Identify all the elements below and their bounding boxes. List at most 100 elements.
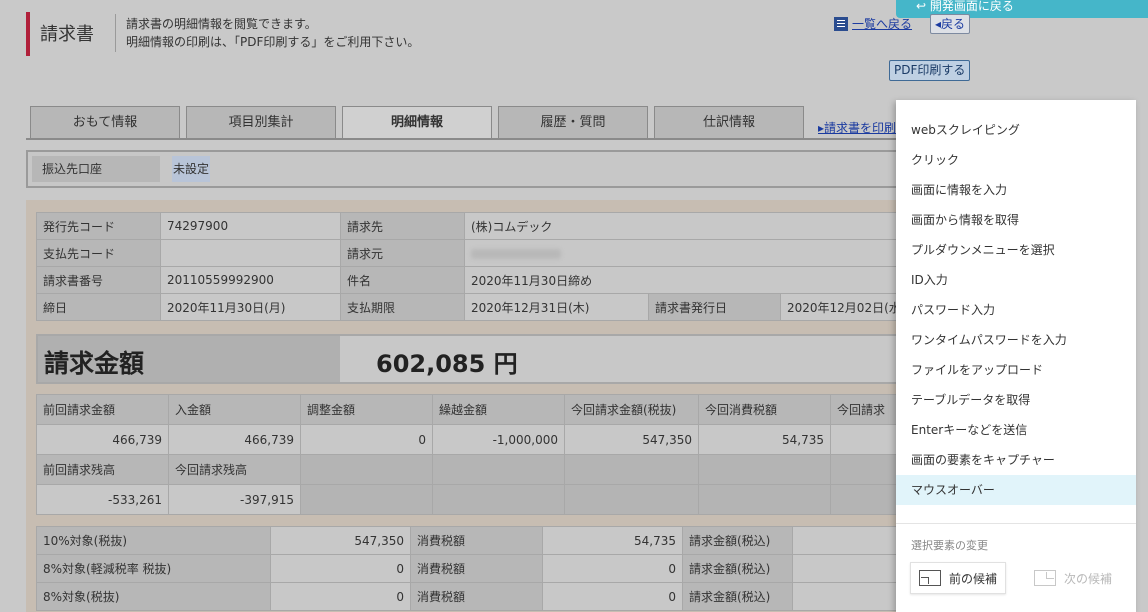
invoice-number-value: 20110559992900 (160, 266, 341, 294)
consumption-tax-label: 消費税額 (410, 526, 543, 555)
table-row: 締日 2020年11月30日(月) 支払期限 2020年12月31日(木) 請求… (36, 293, 918, 321)
subject-label: 件名 (340, 266, 465, 294)
prev-candidate-button[interactable]: 前の候補 (910, 562, 1007, 594)
payment-account-row: 振込先口座 未設定 (26, 150, 906, 188)
subject-value: 2020年11月30日締め (463, 266, 918, 294)
menu-item-click[interactable]: クリック (896, 145, 1136, 175)
frame-expand-icon (1034, 570, 1056, 586)
amount-header: 今回請求金額(税抜) (564, 394, 699, 425)
next-candidate-button[interactable]: 次の候補 (1026, 562, 1120, 594)
payer-code-value (160, 239, 341, 267)
amount-header: 今回消費税額 (698, 394, 831, 425)
back-to-list-link[interactable]: 一覧へ戻る (852, 15, 912, 32)
tab-history[interactable]: 履歴・質問 (498, 106, 648, 139)
amount-header: 繰越金額 (432, 394, 565, 425)
taxed-total-label: 請求金額(税込) (682, 582, 793, 611)
next-candidate-label: 次の候補 (1064, 571, 1113, 586)
print-invoice-link[interactable]: ▸請求書を印刷 (818, 119, 896, 136)
payment-account-label: 振込先口座 (32, 156, 160, 182)
issuer-code-value: 74297900 (160, 212, 341, 240)
amount-value: -1,000,000 (432, 424, 565, 455)
menu-divider (896, 523, 1136, 524)
tab-bar: おもて情報 項目別集計 明細情報 履歴・質問 仕訳情報 (30, 106, 804, 139)
page-description: 請求書の明細情報を閲覧できます。 明細情報の印刷は、「PDF印刷する」をご利用下… (126, 15, 419, 51)
consumption-tax-label: 消費税額 (410, 582, 543, 611)
tab-underline (26, 138, 906, 140)
issue-date-label: 請求書発行日 (648, 293, 781, 321)
change-selection-label: 選択要素の変更 (911, 539, 988, 552)
frame-shrink-icon (919, 570, 941, 586)
bill-from-label: 請求元 (340, 239, 465, 267)
tax-category-label: 10%対象(税抜) (36, 526, 271, 555)
amount-value: 0 (300, 424, 433, 455)
menu-item-password-input[interactable]: パスワード入力 (896, 295, 1136, 325)
taxed-total-label: 請求金額(税込) (682, 554, 793, 583)
tab-details[interactable]: 明細情報 (342, 106, 492, 139)
payer-code-label: 支払先コード (36, 239, 161, 267)
consumption-tax-value: 0 (542, 554, 683, 583)
pdf-print-button[interactable]: PDF印刷する (889, 60, 971, 81)
menu-item-get-table[interactable]: テーブルデータを取得 (896, 385, 1136, 415)
balance-header: 今回請求残高 (168, 454, 301, 485)
menu-item-send-keys[interactable]: Enterキーなどを送信 (896, 415, 1136, 445)
tax-breakdown-table: 10%対象(税抜) 547,350 消費税額 54,735 請求金額(税込) 8… (36, 526, 917, 611)
bill-to-value: (株)コムデック (463, 212, 918, 240)
bill-from-value (463, 239, 918, 267)
tab-front-info[interactable]: おもて情報 (30, 106, 180, 139)
redacted-text (471, 248, 561, 259)
amount-header: 調整金額 (300, 394, 433, 425)
tax-category-value: 0 (270, 554, 411, 583)
menu-item-id-input[interactable]: ID入力 (896, 265, 1136, 295)
empty-cell (300, 454, 433, 485)
invoice-total: 請求金額 602,085 円 (36, 334, 916, 384)
balance-value: -397,915 (168, 484, 301, 515)
invoice-info-table: 発行先コード 74297900 請求先 (株)コムデック 支払先コード 請求元 … (36, 212, 918, 321)
description-line-1: 請求書の明細情報を閲覧できます。 (126, 17, 317, 31)
invoice-detail-panel: 発行先コード 74297900 請求先 (株)コムデック 支払先コード 請求元 … (26, 200, 918, 612)
balance-value: -533,261 (36, 484, 169, 515)
table-row: 8%対象(軽減税率 税抜) 0 消費税額 0 請求金額(税込) (36, 554, 917, 583)
table-row: 466,739 466,739 0 -1,000,000 547,350 54,… (36, 424, 917, 455)
menu-item-web-scraping[interactable]: webスクレイピング (896, 115, 1136, 145)
amount-value: 466,739 (168, 424, 301, 455)
menu-item-mouse-over[interactable]: マウスオーバー (896, 475, 1136, 505)
table-row: 前回請求残高 今回請求残高 (36, 454, 917, 485)
consumption-tax-label: 消費税額 (410, 554, 543, 583)
empty-cell (564, 454, 699, 485)
menu-item-upload-file[interactable]: ファイルをアップロード (896, 355, 1136, 385)
tab-journal[interactable]: 仕訳情報 (654, 106, 804, 139)
tax-category-value: 547,350 (270, 526, 411, 555)
invoice-total-value: 602,085 円 (340, 336, 914, 382)
bill-to-label: 請求先 (340, 212, 465, 240)
closing-date-value: 2020年11月30日(月) (160, 293, 341, 321)
page-title: 請求書 (40, 24, 94, 45)
amount-value: 547,350 (564, 424, 699, 455)
invoice-number-label: 請求書番号 (36, 266, 161, 294)
tax-category-label: 8%対象(税抜) (36, 582, 271, 611)
amount-value: 466,739 (36, 424, 169, 455)
balance-header: 前回請求残高 (36, 454, 169, 485)
due-date-value: 2020年12月31日(木) (464, 293, 649, 321)
menu-item-select-dropdown[interactable]: プルダウンメニューを選択 (896, 235, 1136, 265)
menu-item-otp-input[interactable]: ワンタイムパスワードを入力 (896, 325, 1136, 355)
menu-item-get-info[interactable]: 画面から情報を取得 (896, 205, 1136, 235)
tab-item-summary[interactable]: 項目別集計 (186, 106, 336, 139)
menu-item-input-info[interactable]: 画面に情報を入力 (896, 175, 1136, 205)
list-icon (834, 16, 848, 31)
action-menu-list: webスクレイピング クリック 画面に情報を入力 画面から情報を取得 プルダウン… (896, 100, 1136, 505)
due-date-label: 支払期限 (340, 293, 465, 321)
invoice-total-label: 請求金額 (38, 336, 340, 382)
amount-header: 前回請求金額 (36, 394, 169, 425)
menu-item-capture-element[interactable]: 画面の要素をキャプチャー (896, 445, 1136, 475)
closing-date-label: 締日 (36, 293, 161, 321)
back-button[interactable]: ◂戻る (930, 14, 971, 34)
consumption-tax-value: 54,735 (542, 526, 683, 555)
issuer-code-label: 発行先コード (36, 212, 161, 240)
consumption-tax-value: 0 (542, 582, 683, 611)
prev-candidate-label: 前の候補 (949, 571, 998, 586)
back-to-list-link-group[interactable]: 一覧へ戻る (834, 15, 912, 32)
tax-category-label: 8%対象(軽減税率 税抜) (36, 554, 271, 583)
empty-cell (432, 454, 565, 485)
payment-account-value: 未設定 (172, 156, 211, 182)
title-accent-bar (26, 12, 30, 56)
